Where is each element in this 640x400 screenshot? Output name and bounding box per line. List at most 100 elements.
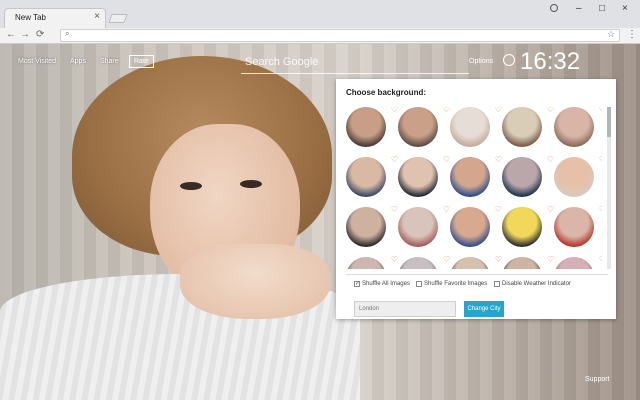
favorite-heart-icon[interactable]: ♡ [391,155,398,164]
minimize-icon[interactable]: – [576,3,582,14]
shuffle-favorites-checkbox[interactable]: Shuffle Favorite Images [416,281,487,287]
nav-most-visited[interactable]: Most Visited [18,58,56,65]
thumbnail-image[interactable] [346,157,386,197]
omnibox[interactable]: ⌕ ☆ [60,29,620,42]
favorite-heart-icon[interactable]: ♡ [547,155,554,164]
favorite-heart-icon[interactable]: ♡ [599,255,602,264]
search-placeholder: Search Google [245,56,319,68]
favorite-heart-icon[interactable]: ♡ [495,205,502,214]
support-link[interactable]: Support [585,376,610,383]
background-thumbnail[interactable]: ♡ [502,255,554,269]
profile-icon[interactable] [550,4,558,12]
thumbnail-image[interactable] [450,207,490,247]
thumbnail-image[interactable] [502,157,542,197]
thumbnail-image[interactable] [502,207,542,247]
nav-apps[interactable]: Apps [70,58,86,65]
background-thumbnail[interactable]: ♡ [554,155,602,207]
thumbnail-image[interactable] [398,257,438,269]
google-search-box[interactable]: Search Google [241,54,469,74]
thumbnail-image[interactable] [346,257,386,269]
favorite-heart-icon[interactable]: ♡ [599,107,602,114]
favorite-heart-icon[interactable]: ♡ [599,155,602,164]
favorite-heart-icon[interactable]: ♡ [443,155,450,164]
favorite-heart-icon[interactable]: ♡ [495,155,502,164]
eye-right [240,180,262,188]
thumbnail-image[interactable] [398,107,438,147]
thumbnail-image[interactable] [450,157,490,197]
change-city-button[interactable]: Change City [464,301,504,317]
favorite-heart-icon[interactable]: ♡ [391,255,398,264]
background-thumbnail[interactable]: ♡ [554,107,602,157]
favorite-heart-icon[interactable]: ♡ [443,255,450,264]
background-thumbnail[interactable]: ♡ [398,205,450,257]
background-thumbnail[interactable]: ♡ [346,255,398,269]
new-tab-page: Most Visited Apps Share Rate Search Goog… [0,44,640,400]
favorite-heart-icon[interactable]: ♡ [443,107,450,114]
background-thumbnail[interactable]: ♡ [450,107,502,157]
background-thumbnail[interactable]: ♡ [398,155,450,207]
background-thumbnail[interactable]: ♡ [502,107,554,157]
thumbnail-image[interactable] [450,257,490,269]
new-tab-button[interactable] [108,14,128,23]
bookmark-star-icon[interactable]: ☆ [607,29,615,40]
background-thumbnail[interactable]: ♡ [450,155,502,207]
window-close-icon[interactable]: × [622,3,628,14]
background-photo-hand [180,244,330,319]
background-thumbnail[interactable]: ♡ [554,205,602,257]
panel-scrollbar[interactable] [607,107,611,269]
reload-icon[interactable]: ⟳ [36,29,44,40]
omnibox-search-icon: ⌕ [65,29,70,38]
favorite-heart-icon[interactable]: ♡ [443,205,450,214]
background-thumbnail[interactable]: ♡ [346,155,398,207]
tab-new-tab[interactable]: New Tab × [4,8,106,28]
nav-share[interactable]: Share [100,58,119,65]
menu-icon[interactable]: ⋮ [627,29,637,40]
shuffle-favorites-box[interactable] [416,281,422,287]
tab-title: New Tab [15,13,46,22]
background-thumbnail[interactable]: ♡ [346,107,398,157]
weather-icon[interactable] [503,54,515,66]
background-thumbnail[interactable]: ♡ [450,255,502,269]
favorite-heart-icon[interactable]: ♡ [599,205,602,214]
thumbnail-image[interactable] [398,157,438,197]
disable-weather-box[interactable] [494,281,500,287]
panel-scroll-thumb[interactable] [607,107,611,137]
city-input[interactable]: London [354,301,456,317]
tab-strip: New Tab × – □ × [0,0,640,28]
thumbnail-image[interactable] [502,257,542,269]
favorite-heart-icon[interactable]: ♡ [547,255,554,264]
eye-left [180,182,202,190]
maximize-icon[interactable]: □ [599,3,605,14]
shuffle-all-box[interactable]: ✓ [354,281,360,287]
panel-divider [346,274,608,275]
favorite-heart-icon[interactable]: ♡ [391,205,398,214]
background-thumbnail[interactable]: ♡ [502,155,554,207]
back-icon[interactable]: ← [6,29,16,40]
thumbnail-image[interactable] [398,207,438,247]
options-link[interactable]: Options [469,58,493,65]
shuffle-all-checkbox[interactable]: ✓ Shuffle All Images [354,281,410,287]
thumbnail-image[interactable] [502,107,542,147]
favorite-heart-icon[interactable]: ♡ [547,107,554,114]
favorite-heart-icon[interactable]: ♡ [495,255,502,264]
favorite-heart-icon[interactable]: ♡ [547,205,554,214]
thumbnail-image[interactable] [346,207,386,247]
background-thumbnail[interactable]: ♡ [502,205,554,257]
tab-close-icon[interactable]: × [94,11,100,22]
background-thumbnail[interactable]: ♡ [450,205,502,257]
background-thumbnail[interactable]: ♡ [346,205,398,257]
rate-button[interactable]: Rate [129,55,154,68]
thumbnail-image[interactable] [554,107,594,147]
forward-icon[interactable]: → [20,29,30,40]
background-thumbnail[interactable]: ♡ [554,255,602,269]
thumbnail-image[interactable] [554,157,594,197]
thumbnail-image[interactable] [450,107,490,147]
background-thumbnail[interactable]: ♡ [398,255,450,269]
favorite-heart-icon[interactable]: ♡ [495,107,502,114]
background-thumbnail[interactable]: ♡ [398,107,450,157]
disable-weather-checkbox[interactable]: Disable Weather Indicator [494,281,571,287]
favorite-heart-icon[interactable]: ♡ [391,107,398,114]
thumbnail-image[interactable] [554,207,594,247]
thumbnail-image[interactable] [346,107,386,147]
thumbnail-image[interactable] [554,257,594,269]
